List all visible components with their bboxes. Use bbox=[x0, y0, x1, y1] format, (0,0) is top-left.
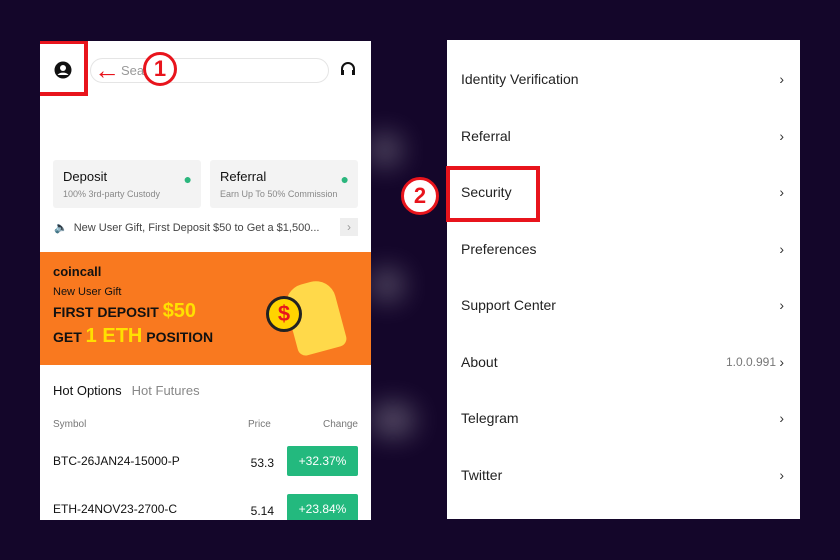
card-subtitle: Earn Up To 50% Commission bbox=[220, 189, 338, 199]
step-marker: 2 bbox=[401, 177, 439, 215]
menu-label: Twitter bbox=[461, 467, 503, 483]
banner-eth: 1 ETH bbox=[85, 325, 143, 347]
chevron-right-icon: › bbox=[779, 467, 784, 483]
menu-label: Support Center bbox=[461, 297, 556, 313]
menu-item-identity-verification[interactable]: Identity Verification › bbox=[447, 59, 800, 99]
menu-item-twitter[interactable]: Twitter › bbox=[447, 455, 800, 495]
referral-icon: ● bbox=[340, 171, 349, 187]
table-row[interactable]: ETH-24NOV23-2700-C 5.14 +23.84% bbox=[40, 494, 371, 520]
notice-text: New User Gift, First Deposit $50 to Get … bbox=[73, 221, 320, 234]
arrow-left-icon: ← bbox=[94, 55, 120, 85]
menu-item-referral[interactable]: Referral › bbox=[447, 116, 800, 156]
deposit-icon: ● bbox=[183, 171, 192, 187]
coincall-logo: coincall bbox=[53, 264, 102, 279]
menu-label: Telegram bbox=[461, 410, 519, 426]
chevron-right-icon: › bbox=[779, 128, 784, 144]
menu-item-about[interactable]: About 1.0.0.991 › bbox=[447, 342, 800, 382]
referral-card[interactable]: Referral Earn Up To 50% Commission ● bbox=[210, 160, 358, 208]
settings-menu: Identity Verification › Referral › Securit… bbox=[447, 40, 800, 519]
card-title: Referral bbox=[220, 169, 267, 184]
menu-label: Identity Verification bbox=[461, 71, 579, 87]
menu-label: About bbox=[461, 354, 498, 370]
table-row[interactable]: BTC-26JAN24-15000-P 53.3 +32.37% bbox=[40, 446, 371, 478]
change-badge: +23.84% bbox=[287, 494, 358, 520]
header-symbol: Symbol bbox=[53, 419, 87, 430]
chevron-right-icon: › bbox=[779, 184, 784, 200]
price: 5.14 bbox=[250, 504, 274, 518]
deposit-card[interactable]: Deposit 100% 3rd-party Custody ● bbox=[53, 160, 201, 208]
chevron-right-icon: › bbox=[779, 71, 784, 87]
highlight-box bbox=[40, 41, 88, 96]
version: 1.0.0.991 bbox=[725, 355, 776, 369]
card-subtitle: 100% 3rd-party Custody bbox=[63, 189, 161, 199]
header-price: Price bbox=[248, 419, 271, 430]
chevron-right-icon: › bbox=[779, 410, 784, 426]
menu-item-telegram[interactable]: Telegram › bbox=[447, 398, 800, 438]
price: 53.3 bbox=[250, 456, 274, 470]
chevron-right-icon: › bbox=[779, 354, 784, 370]
banner-line1: FIRST DEPOSIT bbox=[53, 304, 159, 320]
coin-icon: $ bbox=[266, 296, 302, 332]
promo-banner[interactable]: coincall New User Gift FIRST DEPOSIT $50… bbox=[40, 252, 371, 365]
menu-item-preferences[interactable]: Preferences › bbox=[447, 229, 800, 269]
card-title: Deposit bbox=[63, 169, 108, 184]
symbol: BTC-26JAN24-15000-P bbox=[53, 454, 180, 468]
speaker-icon: 🔈 bbox=[54, 222, 68, 234]
home-screen: Search ← 1 Deposit 100% 3rd-party Custody… bbox=[40, 41, 371, 520]
chevron-right-icon: › bbox=[779, 297, 784, 313]
banner-amount: $50 bbox=[162, 300, 197, 322]
menu-item-support-center[interactable]: Support Center › bbox=[447, 285, 800, 325]
highlight-box bbox=[446, 166, 540, 222]
search-input[interactable]: Search bbox=[90, 58, 329, 83]
header-change: Change bbox=[322, 419, 358, 430]
change-badge: +32.37% bbox=[287, 446, 358, 476]
menu-label: Preferences bbox=[461, 241, 537, 257]
headset-icon[interactable] bbox=[339, 61, 357, 84]
chevron-right-icon: › bbox=[779, 241, 784, 257]
symbol: ETH-24NOV23-2700-C bbox=[53, 502, 178, 516]
chevron-right-icon[interactable]: › bbox=[340, 218, 358, 236]
banner-line2b: POSITION bbox=[146, 329, 214, 345]
menu-label: Referral bbox=[461, 128, 511, 144]
step-marker: 1 bbox=[143, 52, 177, 86]
notice-bar[interactable]: 🔈 New User Gift, First Deposit $50 to Get… bbox=[54, 218, 358, 236]
banner-line2a: GET bbox=[53, 329, 82, 345]
tab-hot-options[interactable]: Hot Options bbox=[53, 383, 122, 398]
tab-hot-futures[interactable]: Hot Futures bbox=[132, 383, 200, 398]
